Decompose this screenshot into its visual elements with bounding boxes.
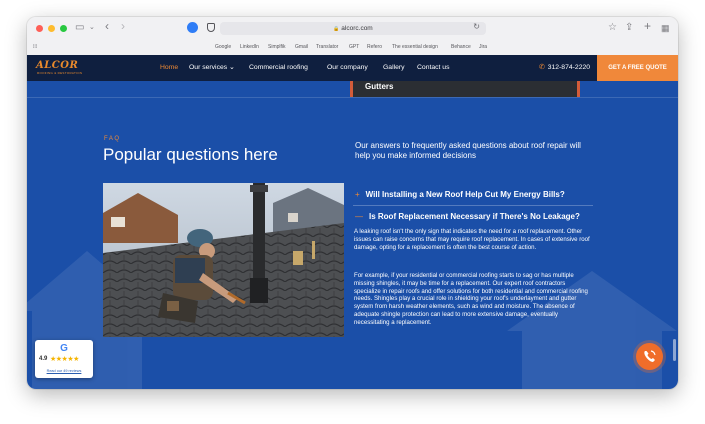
faq-section: Gutters FAQ Popular questions here Our a… bbox=[27, 81, 678, 389]
reload-icon[interactable]: ↻ bbox=[473, 22, 480, 31]
collapse-minus-icon: — bbox=[355, 212, 363, 221]
share-icon[interactable]: ⇪ bbox=[625, 21, 633, 35]
phone-call-icon bbox=[644, 350, 656, 362]
phone-icon: ✆ bbox=[539, 64, 545, 71]
lock-icon: 🔒 bbox=[333, 26, 340, 32]
faq-answer-paragraph-1: A leaking roof isn't the only sign that … bbox=[354, 228, 590, 251]
apps-grid-icon[interactable]: ⁞⁞⁞ bbox=[33, 43, 37, 51]
phone-link[interactable]: ✆ 312-874-2220 bbox=[539, 63, 590, 71]
page-scrollbar-thumb[interactable] bbox=[673, 339, 676, 361]
section-title: Popular questions here bbox=[103, 145, 278, 164]
google-rating: 4.9 bbox=[39, 356, 48, 362]
bookmark-behance[interactable]: Behance bbox=[451, 43, 471, 51]
new-tab-plus-icon[interactable]: + bbox=[644, 19, 651, 33]
bookmark-gmail[interactable]: Gmail bbox=[295, 43, 308, 51]
roofer-photo bbox=[103, 183, 344, 337]
call-button[interactable] bbox=[636, 343, 663, 370]
url-text: 🔒 alcorc.com bbox=[333, 25, 373, 32]
nav-gallery[interactable]: Gallery bbox=[383, 63, 405, 73]
bookmark-gpt[interactable]: GPT bbox=[349, 43, 359, 51]
bookmark-linkedin[interactable]: LinkedIn bbox=[240, 43, 259, 51]
nav-our-services[interactable]: Our services ⌄ bbox=[189, 63, 235, 73]
minimize-window-button[interactable] bbox=[48, 25, 55, 32]
bookmark-translator[interactable]: Translator bbox=[316, 43, 338, 51]
privacy-extension-icon[interactable] bbox=[187, 22, 198, 33]
gutters-card-title: Gutters bbox=[365, 82, 394, 91]
bookmark-simplfik[interactable]: Simplfik bbox=[268, 43, 286, 51]
google-reviews-badge[interactable]: G 4.9 ★★★★★ Read our 49 reviews bbox=[35, 340, 93, 378]
forward-arrow-icon[interactable]: › bbox=[121, 19, 125, 33]
back-arrow-icon[interactable]: ‹ bbox=[105, 19, 109, 33]
section-intro: Our answers to frequently asked question… bbox=[355, 141, 581, 160]
close-window-button[interactable] bbox=[36, 25, 43, 32]
tab-grid-icon[interactable]: ▦ bbox=[661, 21, 670, 35]
nav-home[interactable]: Home bbox=[160, 63, 178, 73]
faq-question-roof-replacement[interactable]: — Is Roof Replacement Necessary if There'… bbox=[355, 212, 580, 221]
faq-eyebrow: FAQ bbox=[104, 136, 121, 142]
logo-tagline: ROOFING & RESTORATION bbox=[37, 71, 83, 75]
faq-answer-paragraph-2: For example, if your residential or comm… bbox=[354, 272, 588, 326]
bookmarks-bar: ⁞⁞⁞ Google LinkedIn Simplfik Gmail Trans… bbox=[27, 41, 678, 54]
address-bar[interactable]: 🔒 alcorc.com ↻ bbox=[220, 22, 486, 35]
shield-icon[interactable] bbox=[207, 23, 215, 32]
nav-our-company[interactable]: Our company bbox=[327, 63, 368, 73]
free-quote-button[interactable]: GET A FREE QUOTE bbox=[597, 55, 678, 81]
bookmark-star-icon[interactable]: ☆ bbox=[608, 21, 617, 35]
read-reviews-link[interactable]: Read our 49 reviews bbox=[35, 369, 93, 373]
faq-question-energy-bills[interactable]: + Will Installing a New Roof Help Cut My … bbox=[355, 190, 565, 199]
site-logo[interactable]: ALCOR bbox=[36, 60, 78, 71]
sidebar-toggle-icon[interactable]: ▭ bbox=[75, 21, 84, 35]
zoom-window-button[interactable] bbox=[60, 25, 67, 32]
google-logo-icon: G bbox=[60, 343, 68, 354]
accordion-divider bbox=[353, 205, 593, 206]
browser-toolbar: ▭ ⌄ ‹ › 🔒 alcorc.com ↻ ☆ ⇪ + ▦ ⁞⁞⁞ Googl… bbox=[27, 17, 678, 55]
gutters-card-peek[interactable]: Gutters bbox=[350, 81, 580, 97]
nav-commercial-roofing[interactable]: Commercial roofing bbox=[249, 63, 308, 73]
rating-stars: ★★★★★ bbox=[50, 356, 79, 363]
bookmark-refero[interactable]: Refero bbox=[367, 43, 382, 51]
section-divider bbox=[27, 97, 678, 98]
expand-plus-icon: + bbox=[355, 190, 360, 199]
tab-overview-chevron-icon[interactable]: ⌄ bbox=[89, 21, 95, 35]
browser-window: ▭ ⌄ ‹ › 🔒 alcorc.com ↻ ☆ ⇪ + ▦ ⁞⁞⁞ Googl… bbox=[27, 17, 678, 389]
bookmark-jira[interactable]: Jira bbox=[479, 43, 487, 51]
bookmark-google[interactable]: Google bbox=[215, 43, 231, 51]
bookmark-essential-design[interactable]: The essential design bbox=[392, 43, 438, 51]
site-header: ALCOR ROOFING & RESTORATION Home Our ser… bbox=[27, 55, 678, 81]
nav-contact-us[interactable]: Contact us bbox=[417, 63, 450, 73]
